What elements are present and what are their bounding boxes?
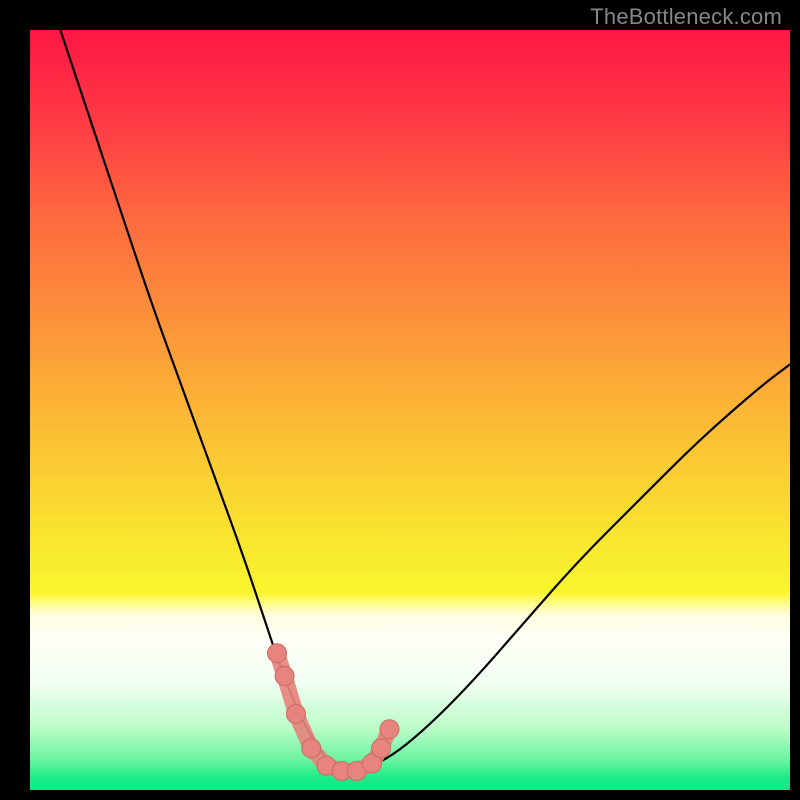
marker-point	[275, 667, 294, 686]
marker-point	[372, 739, 391, 758]
marker-point	[287, 705, 306, 724]
curve-path	[60, 30, 790, 771]
chart-container: TheBottleneck.com	[0, 0, 800, 800]
bottleneck-curve	[30, 30, 790, 790]
marker-point	[380, 720, 399, 739]
marker-group	[268, 644, 399, 781]
marker-point	[302, 739, 321, 758]
watermark-text: TheBottleneck.com	[590, 4, 782, 30]
marker-point	[268, 644, 287, 663]
plot-area	[30, 30, 790, 790]
